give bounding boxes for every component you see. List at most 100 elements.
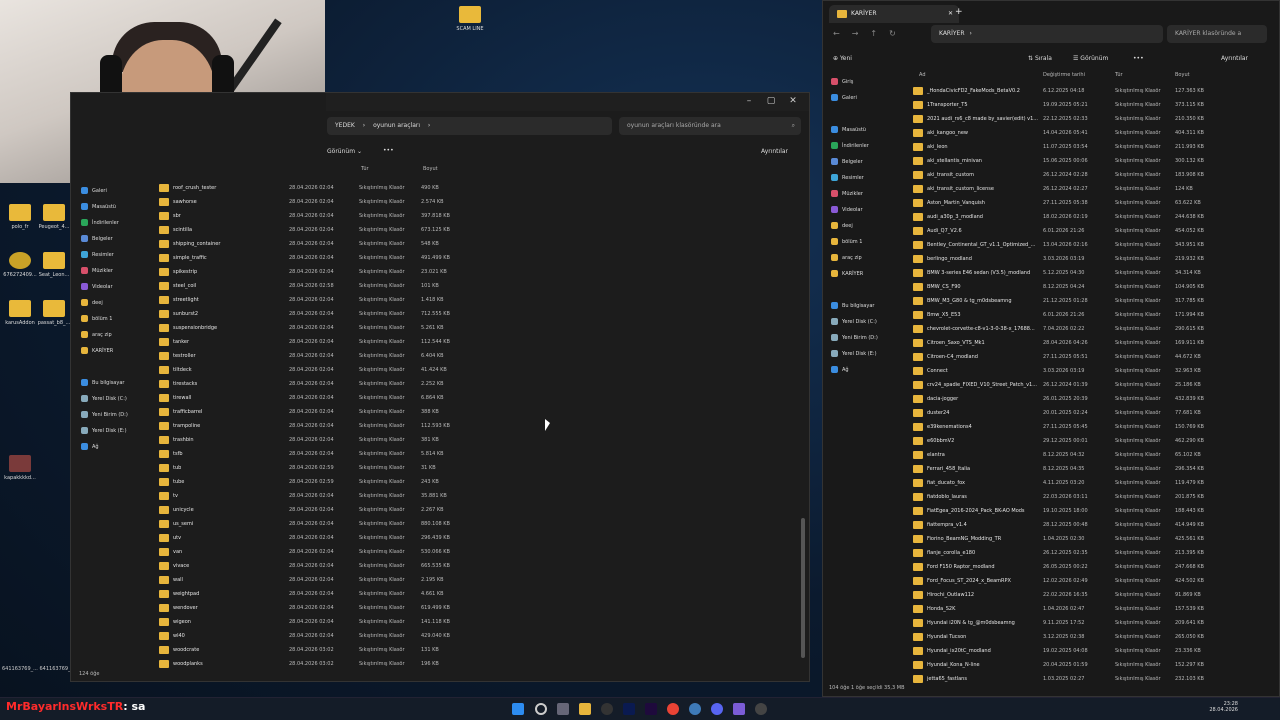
nav-item[interactable]: bölüm 1 (831, 234, 909, 250)
nav-item[interactable]: Yeni Birim (D:) (81, 407, 156, 423)
new-button[interactable]: ⊕ Yeni (833, 55, 852, 62)
file-row[interactable]: tub 28.04.2026 02:59 Sıkıştırılmış Klasör 3… (159, 461, 479, 475)
nav-item[interactable]: Resimler (81, 247, 156, 263)
file-row[interactable]: elantra 8.12.2025 04:32 Sıkıştırılmış Klas… (913, 448, 1273, 462)
file-row[interactable]: van 28.04.2026 02:04 Sıkıştırılmış Klasör 5… (159, 545, 479, 559)
nav-item[interactable]: Videolar (831, 202, 909, 218)
file-row[interactable]: berlingo_modland 3.03.2026 03:19 Sıkıştırı… (913, 252, 1273, 266)
file-row[interactable]: woodcrate 28.04.2026 03:02 Sıkıştırılmış K… (159, 643, 479, 657)
file-row[interactable]: sbr 28.04.2026 02:04 Sıkıştırılmış Klasör 3… (159, 209, 479, 223)
file-row[interactable]: unicycle 28.04.2026 02:04 Sıkıştırılmış Kl… (159, 503, 479, 517)
search-input[interactable]: KARİYER klasöründe a (1167, 25, 1267, 43)
file-row[interactable]: tsfb 28.04.2026 02:04 Sıkıştırılmış Klasör… (159, 447, 479, 461)
search-icon[interactable] (535, 703, 547, 715)
nav-arrows[interactable]: ←→↑↻ (833, 29, 908, 38)
nav-item[interactable]: Yerel Disk (E:) (831, 346, 909, 362)
nav-item[interactable]: Masaüstü (81, 199, 156, 215)
app-icon[interactable] (755, 703, 767, 715)
breadcrumb-item[interactable]: KARİYER (939, 30, 965, 37)
file-row[interactable]: Ford F150 Raptor_modland 26.05.2025 00:22… (913, 560, 1273, 574)
file-row[interactable]: _HondaCivicFD2_FakeMods_BetaV0.2 6.12.202… (913, 84, 1273, 98)
file-row[interactable]: tv 28.04.2026 02:04 Sıkıştırılmış Klasör 35… (159, 489, 479, 503)
file-row[interactable]: woodplanks 28.04.2026 03:02 Sıkıştırılmış … (159, 657, 479, 671)
file-row[interactable]: Hyundai_Kona_N-line 20.04.2025 01:59 Sıkış… (913, 658, 1273, 672)
file-row[interactable]: trafficbarrel 28.04.2026 02:04 Sıkıştırılm… (159, 405, 479, 419)
desktop-folder-scam-line[interactable]: SCAM LINE (450, 6, 490, 32)
close-icon[interactable]: ✕ (783, 96, 803, 106)
nav-item[interactable]: Galeri (81, 183, 156, 199)
file-row[interactable]: Bentley_Continental_GT_v1.1_Optimized_..… (913, 238, 1273, 252)
file-row[interactable]: flanje_corolla_e180 26.12.2025 02:35 Sıkış… (913, 546, 1273, 560)
file-row[interactable]: wendover 28.04.2026 02:04 Sıkıştırılmış Kl… (159, 601, 479, 615)
steam-icon[interactable] (601, 703, 613, 715)
file-row[interactable]: audi_a30p_3_modland 18.02.2026 02:19 Sıkış… (913, 210, 1273, 224)
file-row[interactable]: tiltdeck 28.04.2026 02:04 Sıkıştırılmış Kl… (159, 363, 479, 377)
file-row[interactable]: chevrolet-corvette-c8-v1-3-0-38-x_17688.… (913, 322, 1273, 336)
nav-item[interactable]: deej (831, 218, 909, 234)
nav-item[interactable]: deej (81, 295, 156, 311)
nav-item[interactable]: Yeni Birim (D:) (831, 330, 909, 346)
file-row[interactable]: simple_traffic 28.04.2026 02:04 Sıkıştırıl… (159, 251, 479, 265)
minimize-icon[interactable]: – (739, 96, 759, 106)
premiere-icon[interactable] (645, 703, 657, 715)
nav-item[interactable]: Ağ (81, 439, 156, 455)
file-row[interactable]: e60bbmV2 29.12.2025 00:01 Sıkıştırılmış Kl… (913, 434, 1273, 448)
nav-item[interactable]: Yerel Disk (E:) (81, 423, 156, 439)
column-header-type[interactable]: Tür (361, 166, 369, 172)
nav-item[interactable]: Yerel Disk (C:) (831, 314, 909, 330)
nav-item[interactable]: Bu bilgisayar (81, 375, 156, 391)
nav-item[interactable]: bölüm 1 (81, 311, 156, 327)
scrollbar[interactable] (801, 518, 805, 658)
file-row[interactable]: aki_stellantis_minivan 15.06.2025 00:06 Sı… (913, 154, 1273, 168)
file-row[interactable]: aki_transit_custom_license 26.12.2024 02:… (913, 182, 1273, 196)
file-row[interactable]: Bmw_X5_E53 6.01.2026 21:26 Sıkıştırılmış K… (913, 308, 1273, 322)
nav-item[interactable]: KARİYER (81, 343, 156, 359)
nav-item[interactable]: Bu bilgisayar (831, 298, 909, 314)
desktop-folder[interactable]: Seat_Leon... (36, 252, 72, 278)
file-row[interactable]: tirestacks 28.04.2026 02:04 Sıkıştırılmış … (159, 377, 479, 391)
nav-item[interactable]: Giriş (831, 74, 909, 90)
file-row[interactable]: duster24 20.01.2025 02:24 Sıkıştırılmış Kl… (913, 406, 1273, 420)
nav-item[interactable]: Masaüstü (831, 122, 909, 138)
file-row[interactable]: wl40 28.04.2026 02:04 Sıkıştırılmış Klasör… (159, 629, 479, 643)
details-button[interactable]: Ayrıntılar (1221, 55, 1248, 62)
file-row[interactable]: BMW 3-series E46 sedan (V3.5)_modland 5.1… (913, 266, 1273, 280)
file-row[interactable]: Ford_Focus_ST_2024_x_BeamRPX 12.02.2026 0… (913, 574, 1273, 588)
nav-item[interactable]: Ağ (831, 362, 909, 378)
nav-item[interactable]: araç zip (831, 250, 909, 266)
file-row[interactable]: streetlight 28.04.2026 02:04 Sıkıştırılmış… (159, 293, 479, 307)
file-row[interactable]: dacia-jogger 26.01.2025 20:39 Sıkıştırılmı… (913, 392, 1273, 406)
desktop-folder[interactable]: karusAddon (2, 300, 38, 326)
file-row[interactable]: 1Transporter_T5 19.09.2025 05:21 Sıkıştırı… (913, 98, 1273, 112)
file-row[interactable]: shipping_container 28.04.2026 02:04 Sıkışt… (159, 237, 479, 251)
file-row[interactable]: fiatdoblo_lauras 22.03.2026 03:11 Sıkıştır… (913, 490, 1273, 504)
file-row[interactable]: scintilla 28.04.2026 02:04 Sıkıştırılmış K… (159, 223, 479, 237)
start-icon[interactable] (512, 703, 524, 715)
file-row[interactable]: aki_kangoo_new 14.04.2026 05:41 Sıkıştırıl… (913, 126, 1273, 140)
file-row[interactable]: Ferrari_458_Italia 8.12.2025 04:35 Sıkıştı… (913, 462, 1273, 476)
nav-item[interactable]: KARİYER (831, 266, 909, 282)
file-row[interactable]: trashbin 28.04.2026 02:04 Sıkıştırılmış Kl… (159, 433, 479, 447)
nav-item[interactable]: İndirilenler (831, 138, 909, 154)
file-row[interactable]: Hyundai i20N & tg_@m0dsbeamng 9.11.2025 1… (913, 616, 1273, 630)
nav-item[interactable]: Müzikler (81, 263, 156, 279)
file-row[interactable]: sawhorse 28.04.2026 02:04 Sıkıştırılmış Kl… (159, 195, 479, 209)
file-row[interactable]: weightpad 28.04.2026 02:04 Sıkıştırılmış K… (159, 587, 479, 601)
file-row[interactable]: fiattempra_v1.4 28.12.2025 00:48 Sıkıştırı… (913, 518, 1273, 532)
new-tab-button[interactable]: + (955, 7, 963, 17)
file-row[interactable]: aki_transit_custom 26.12.2024 02:28 Sıkışt… (913, 168, 1273, 182)
obs-icon[interactable] (733, 703, 745, 715)
view-button[interactable]: ☰ Görünüm (1073, 55, 1108, 62)
nav-item[interactable]: Resimler (831, 170, 909, 186)
file-row[interactable]: Fiorino_BeamNG_Modding_TR 1.04.2025 02:30… (913, 532, 1273, 546)
file-row[interactable]: Honda_S2K 1.04.2026 02:47 Sıkıştırılmış Kl… (913, 602, 1273, 616)
maximize-icon[interactable]: ▢ (761, 96, 781, 106)
desktop-file[interactable]: 676272409... (2, 252, 38, 278)
file-row[interactable]: Hyundai Tucson 3.12.2025 02:38 Sıkıştırılm… (913, 630, 1273, 644)
discord-icon[interactable] (711, 703, 723, 715)
nav-item[interactable]: Videolar (81, 279, 156, 295)
nav-item[interactable]: araç zip (81, 327, 156, 343)
file-row[interactable]: e39kenemations4 27.11.2025 05:45 Sıkıştırı… (913, 420, 1273, 434)
file-row[interactable]: Aston_Martin_Vanquish 27.11.2025 05:38 Sık… (913, 196, 1273, 210)
nav-item[interactable]: Yerel Disk (C:) (81, 391, 156, 407)
